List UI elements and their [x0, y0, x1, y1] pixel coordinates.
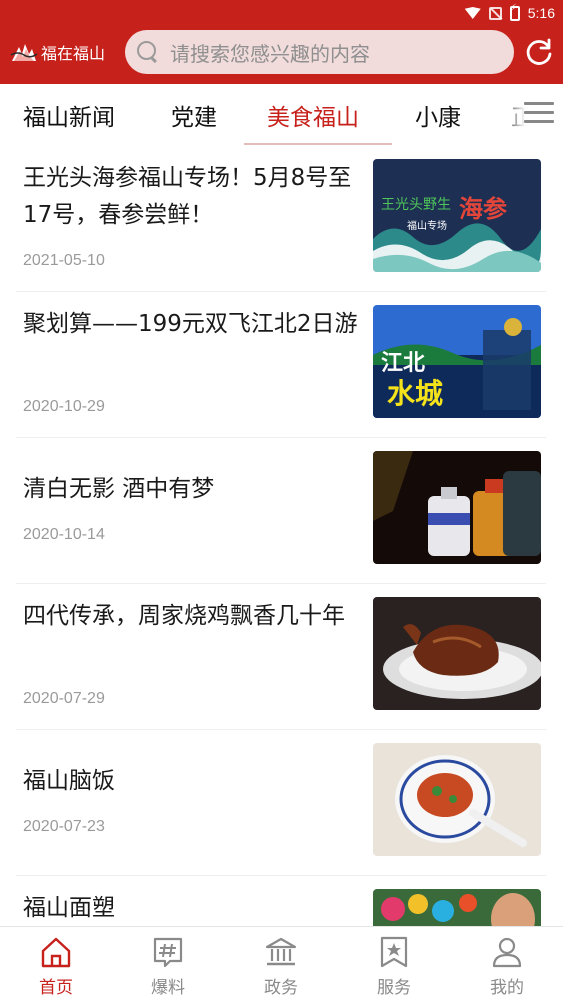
search-bar[interactable]: 请搜索您感兴趣的内容 — [125, 30, 514, 74]
thumb-text-special: 福山专场 — [407, 219, 447, 232]
article-list: 王光头海参福山专场！5月8号至17号，春参尝鲜！ 2021-05-10 王光头野… — [0, 146, 563, 926]
nav-government[interactable]: 政务 — [225, 927, 337, 1000]
article-thumbnail — [373, 889, 541, 926]
nav-profile[interactable]: 我的 — [451, 927, 563, 1000]
hashtag-icon — [153, 937, 183, 968]
nav-report-label: 爆料 — [151, 978, 185, 998]
user-icon — [492, 937, 522, 968]
article-title: 福山面塑 — [23, 895, 115, 921]
list-item[interactable]: 福山脑饭 2020-07-23 — [16, 730, 546, 876]
brand[interactable]: 福在福山 — [10, 38, 105, 66]
nav-profile-label: 我的 — [490, 978, 524, 998]
nav-home-label: 首页 — [39, 978, 73, 998]
refresh-icon[interactable] — [524, 37, 554, 67]
app-header: 5:16 福在福山 请搜索您感兴趣的内容 — [0, 0, 563, 84]
status-bar: 5:16 — [464, 2, 555, 24]
thumb-text-brand: 王光头野生 — [381, 197, 451, 213]
tab-food-fushan[interactable]: 美食福山 — [267, 98, 359, 132]
nav-home[interactable]: 首页 — [0, 927, 112, 1000]
brand-name: 福在福山 — [41, 44, 106, 63]
tab-party-building[interactable]: 党建 — [171, 98, 217, 132]
active-tab-indicator — [244, 143, 392, 145]
list-item[interactable]: 聚划算——199元双飞江北2日游 2020-10-29 江北 水城 — [16, 292, 546, 438]
nav-services-label: 服务 — [377, 978, 411, 998]
article-thumbnail — [373, 743, 541, 856]
article-title: 清白无影 酒中有梦 — [23, 476, 215, 502]
article-date: 2020-07-23 — [23, 818, 105, 835]
article-title: 四代传承，周家烧鸡飘香几十年 — [23, 603, 345, 629]
list-item[interactable]: 王光头海参福山专场！5月8号至17号，春参尝鲜！ 2021-05-10 王光头野… — [16, 146, 546, 292]
thumb-text-jiangbei: 江北 — [381, 351, 425, 376]
article-date: 2020-07-29 — [23, 690, 105, 707]
article-thumbnail — [373, 597, 541, 710]
status-time: 5:16 — [527, 5, 555, 21]
article-title: 王光头海参福山专场！5月8号至17号，春参尝鲜！ — [23, 165, 352, 228]
wifi-icon — [464, 7, 481, 19]
article-thumbnail: 江北 水城 — [373, 305, 541, 418]
brand-logo-icon — [10, 44, 38, 61]
list-item[interactable]: 福山面塑 — [16, 876, 546, 926]
nav-services[interactable]: 服务 — [338, 927, 450, 1000]
list-item[interactable]: 四代传承，周家烧鸡飘香几十年 2020-07-29 — [16, 584, 546, 730]
search-placeholder: 请搜索您感兴趣的内容 — [170, 41, 370, 66]
channel-menu-icon[interactable] — [524, 101, 554, 125]
article-title: 福山脑饭 — [23, 768, 115, 794]
home-icon — [41, 937, 71, 968]
tab-xiaokang[interactable]: 小康 — [415, 98, 461, 132]
thumb-text-shuicheng: 水城 — [387, 377, 443, 410]
app-screen: 5:16 福在福山 请搜索您感兴趣的内容 福山新闻 党建 美食福山 小康 正 — [0, 0, 563, 1000]
article-thumbnail — [373, 451, 541, 564]
tab-fushan-news[interactable]: 福山新闻 — [23, 98, 115, 132]
article-date: 2021-05-10 — [23, 252, 105, 269]
category-tabs: 福山新闻 党建 美食福山 小康 正 — [0, 84, 563, 146]
nav-government-label: 政务 — [264, 978, 298, 998]
thumb-text-haishen: 海参 — [459, 195, 507, 223]
article-title: 聚划算——199元双飞江北2日游 — [23, 311, 358, 337]
bookmark-star-icon — [380, 936, 408, 968]
battery-charging-icon — [509, 3, 520, 21]
article-thumbnail: 王光头野生 海参 福山专场 — [373, 159, 541, 272]
article-date: 2020-10-29 — [23, 398, 105, 415]
nav-report[interactable]: 爆料 — [112, 927, 224, 1000]
list-item[interactable]: 清白无影 酒中有梦 2020-10-14 — [16, 438, 546, 584]
bottom-navigation: 首页 爆料 政务 服务 我的 — [0, 926, 563, 1000]
article-date: 2020-10-14 — [23, 526, 105, 543]
search-icon — [136, 40, 160, 64]
no-signal-icon — [488, 6, 502, 20]
government-building-icon — [265, 937, 297, 966]
